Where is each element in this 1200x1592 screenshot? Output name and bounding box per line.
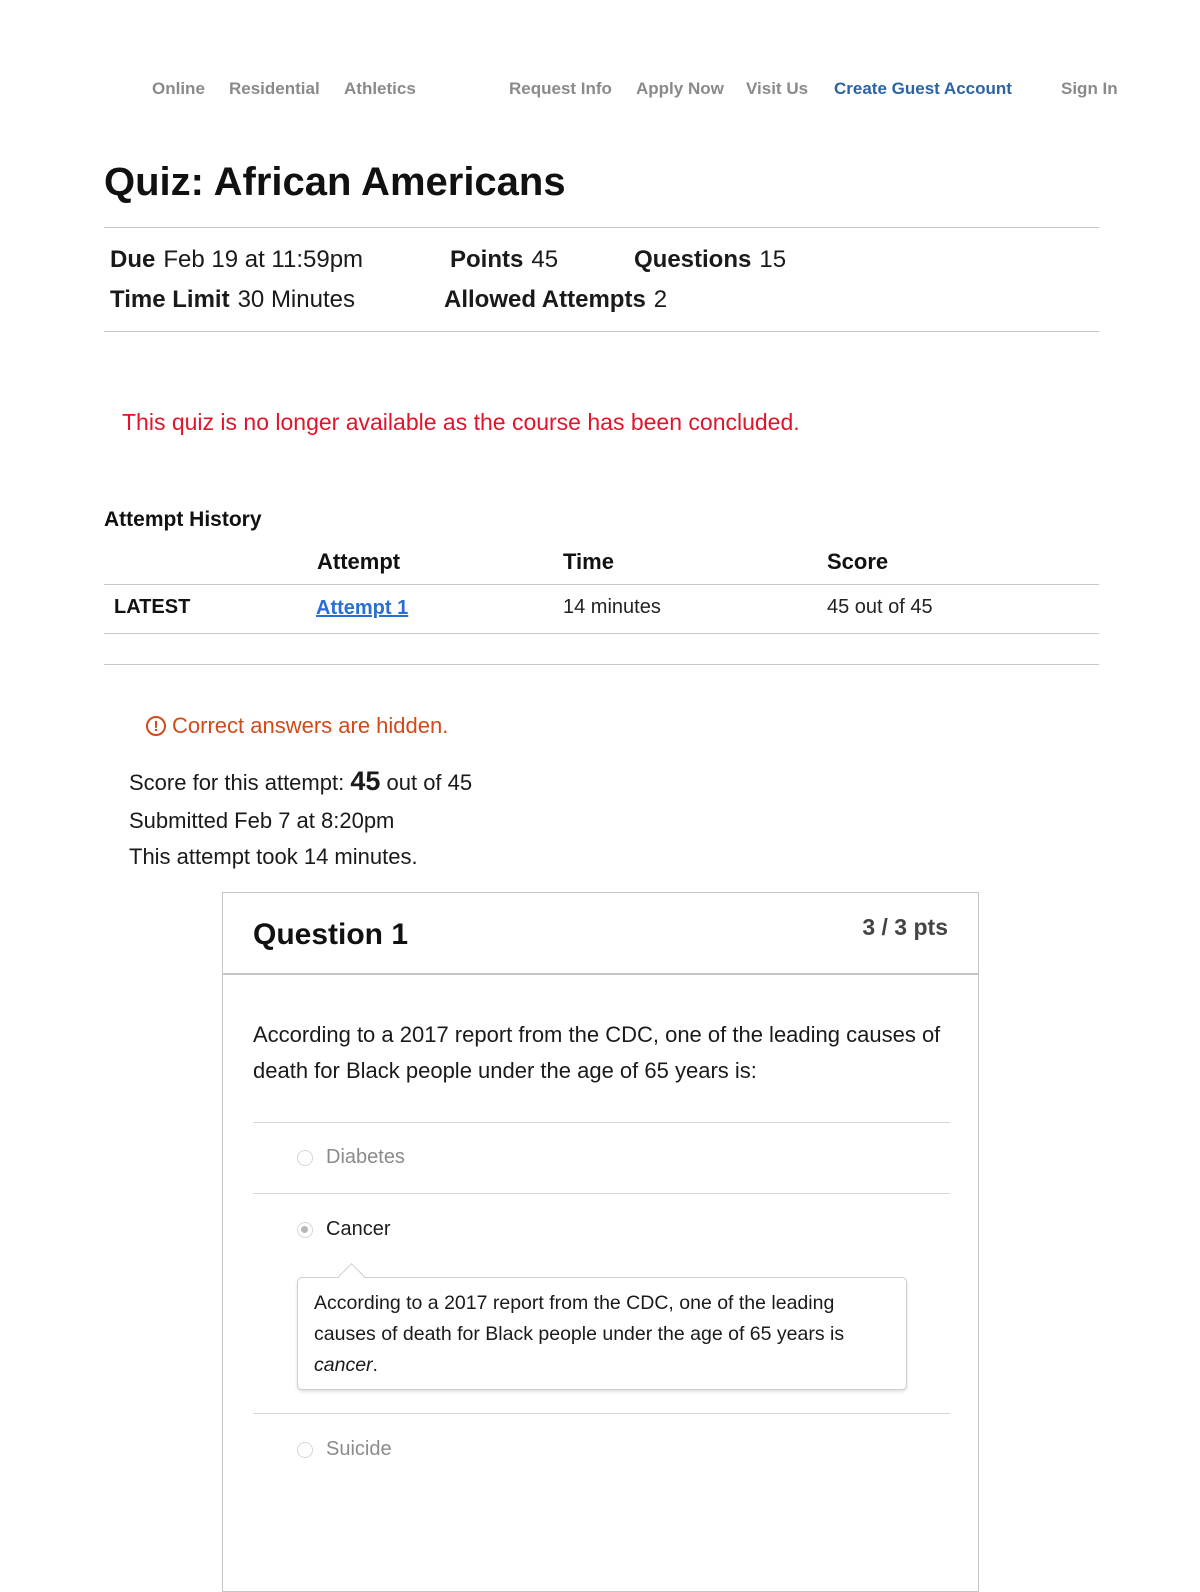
questions-value: 15 [759, 246, 787, 273]
feedback-emphasis: cancer [314, 1354, 373, 1376]
section-divider [104, 664, 1099, 665]
points-label: Points [450, 246, 524, 273]
nav-request-info[interactable]: Request Info [509, 79, 612, 99]
question-points: 3 / 3 pts [862, 914, 948, 940]
questions-label: Questions [634, 246, 752, 273]
column-header-attempt: Attempt [317, 549, 401, 574]
duration-line: This attempt took 14 minutes. [129, 844, 418, 869]
time-limit-label: Time Limit [110, 286, 230, 313]
answer-feedback-box: According to a 2017 report from the CDC,… [297, 1263, 907, 1390]
question-text: According to a 2017 report from the CDC,… [253, 1022, 941, 1083]
answer-option-diabetes[interactable]: Diabetes [297, 1146, 405, 1169]
due-value: Feb 19 at 11:59pm [163, 246, 364, 273]
latest-tag: LATEST [114, 596, 191, 618]
question-header: Question 1 3 / 3 pts [223, 893, 978, 975]
answer-divider [253, 1413, 950, 1414]
table-row-divider [104, 633, 1099, 634]
time-limit-meta: Time Limit 30 Minutes [110, 286, 355, 314]
answer-option-suicide[interactable]: Suicide [297, 1438, 392, 1461]
attempt-time: 14 minutes [563, 596, 661, 618]
answer-label: Suicide [326, 1438, 392, 1460]
points-meta: Points 45 [450, 246, 558, 274]
meta-divider [104, 331, 1099, 332]
radio-button[interactable] [297, 1149, 313, 1166]
answer-option-cancer[interactable]: Cancer [297, 1218, 390, 1241]
attempt-score-line: Score for this attempt: 45 out of 45 [129, 766, 472, 797]
time-limit-value: 30 Minutes [237, 286, 355, 313]
score-value: 45 [350, 766, 381, 796]
nav-online[interactable]: Online [152, 79, 205, 99]
due-meta: Due Feb 19 at 11:59pm [110, 246, 363, 274]
feedback-text: According to a 2017 report from the CDC,… [314, 1292, 845, 1345]
column-header-score: Score [827, 549, 889, 574]
question-title: Question 1 [253, 918, 409, 951]
questions-meta: Questions 15 [634, 246, 786, 274]
submitted-line: Submitted Feb 7 at 8:20pm [129, 808, 395, 833]
title-divider [104, 227, 1099, 228]
attempt-1-link[interactable]: Attempt 1 [316, 597, 408, 620]
points-value: 45 [531, 246, 559, 273]
radio-button[interactable] [297, 1441, 313, 1458]
answer-divider [253, 1122, 950, 1123]
nav-visit-us[interactable]: Visit Us [746, 79, 808, 99]
course-concluded-notice: This quiz is no longer available as the … [122, 409, 800, 435]
radio-button-selected[interactable] [297, 1221, 313, 1238]
nav-athletics[interactable]: Athletics [344, 79, 416, 99]
feedback-caret [338, 1263, 365, 1290]
notice-text: Correct answers are hidden. [172, 713, 449, 738]
score-prefix: Score for this attempt: [129, 770, 345, 795]
warning-icon: ! [146, 716, 166, 736]
answer-label: Diabetes [326, 1146, 405, 1168]
due-label: Due [110, 246, 156, 273]
nav-residential[interactable]: Residential [229, 79, 320, 99]
nav-apply-now[interactable]: Apply Now [636, 79, 724, 99]
allowed-attempts-meta: Allowed Attempts 2 [444, 286, 667, 314]
score-suffix: out of 45 [386, 770, 473, 795]
attempt-score: 45 out of 45 [827, 596, 933, 618]
nav-create-guest-account[interactable]: Create Guest Account [834, 79, 1012, 99]
correct-answers-hidden-notice: ! Correct answers are hidden. [146, 713, 448, 739]
nav-sign-in[interactable]: Sign In [1061, 79, 1118, 99]
column-header-time: Time [563, 549, 614, 574]
table-header-divider [104, 584, 1099, 585]
allowed-attempts-value: 2 [653, 286, 668, 313]
answer-divider [253, 1193, 950, 1194]
attempt-history-title: Attempt History [104, 508, 262, 531]
answer-label: Cancer [326, 1218, 391, 1240]
feedback-end: . [372, 1354, 378, 1376]
question-card: Question 1 3 / 3 pts According to a 2017… [222, 892, 979, 1592]
page-title: Quiz: African Americans [104, 160, 566, 204]
allowed-attempts-label: Allowed Attempts [444, 286, 646, 313]
